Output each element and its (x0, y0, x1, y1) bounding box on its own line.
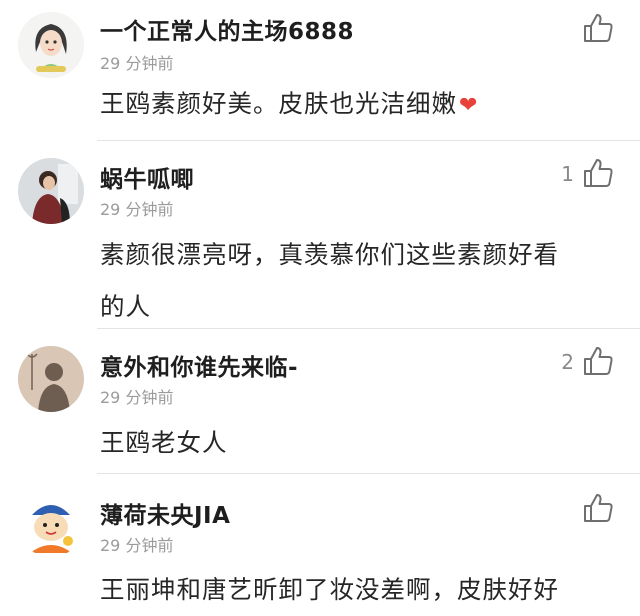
comment-text: 王鸥素颜好美。皮肤也光洁细嫩❤ (100, 78, 620, 132)
cartoon-girl-avatar-icon (18, 12, 84, 78)
comment-feed: 一个正常人的主场6888 29 分钟前 王鸥素颜好美。皮肤也光洁细嫩❤ 蜗牛呱唧… (0, 0, 640, 613)
comment-text: 王丽坤和唐艺昕卸了妆没差啊，皮肤好好 (100, 564, 620, 616)
avatar[interactable] (18, 158, 84, 224)
like-count: 2 (561, 350, 574, 374)
thumbs-up-icon (584, 347, 613, 375)
comment-text-line: 素颜很漂亮呀，真羡慕你们这些素颜好看 (100, 240, 559, 269)
avatar[interactable] (18, 491, 84, 557)
timestamp: 29 分钟前 (100, 54, 174, 73)
thumbs-up-icon (584, 14, 613, 42)
timestamp: 29 分钟前 (100, 200, 174, 219)
comment-text-line: 王鸥老女人 (100, 428, 228, 457)
shadow-silhouette-avatar-icon (18, 346, 84, 412)
photo-person-avatar-icon (18, 158, 84, 224)
username[interactable]: 薄荷未央JIA (100, 496, 230, 530)
comment-text-line: 王丽坤和唐艺昕卸了妆没差啊，皮肤好好 (100, 575, 559, 604)
avatar[interactable] (18, 346, 84, 412)
thumbs-up-icon (584, 159, 613, 187)
thumbs-up-icon (584, 494, 613, 522)
avatar[interactable] (18, 12, 84, 78)
username[interactable]: 意外和你谁先来临- (100, 348, 298, 382)
comment-text: 王鸥老女人 (100, 417, 620, 469)
comment-item: 意外和你谁先来临- 29 分钟前 2 王鸥老女人 (0, 329, 640, 474)
comment-item: 蜗牛呱唧 29 分钟前 1 素颜很漂亮呀，真羡慕你们这些素颜好看 的人 (0, 141, 640, 329)
comment-item: 薄荷未央JIA 29 分钟前 王丽坤和唐艺昕卸了妆没差啊，皮肤好好 (0, 474, 640, 613)
comment-text-line: 的人 (100, 292, 151, 321)
like-button[interactable] (582, 157, 614, 189)
like-button[interactable] (582, 12, 614, 44)
timestamp: 29 分钟前 (100, 536, 174, 555)
comment-text: 素颜很漂亮呀，真羡慕你们这些素颜好看 的人 (100, 229, 620, 333)
like-button[interactable] (582, 345, 614, 377)
heart-emoji: ❤ (459, 93, 479, 118)
cartoon-child-avatar-icon (18, 491, 84, 557)
username[interactable]: 一个正常人的主场6888 (100, 12, 354, 46)
comment-item: 一个正常人的主场6888 29 分钟前 王鸥素颜好美。皮肤也光洁细嫩❤ (0, 0, 640, 141)
username[interactable]: 蜗牛呱唧 (100, 160, 194, 194)
like-button[interactable] (582, 492, 614, 524)
like-count: 1 (561, 162, 574, 186)
timestamp: 29 分钟前 (100, 388, 174, 407)
comment-text-line: 王鸥素颜好美。皮肤也光洁细嫩❤ (100, 78, 620, 132)
comment-text-content: 王鸥素颜好美。皮肤也光洁细嫩 (100, 89, 457, 118)
